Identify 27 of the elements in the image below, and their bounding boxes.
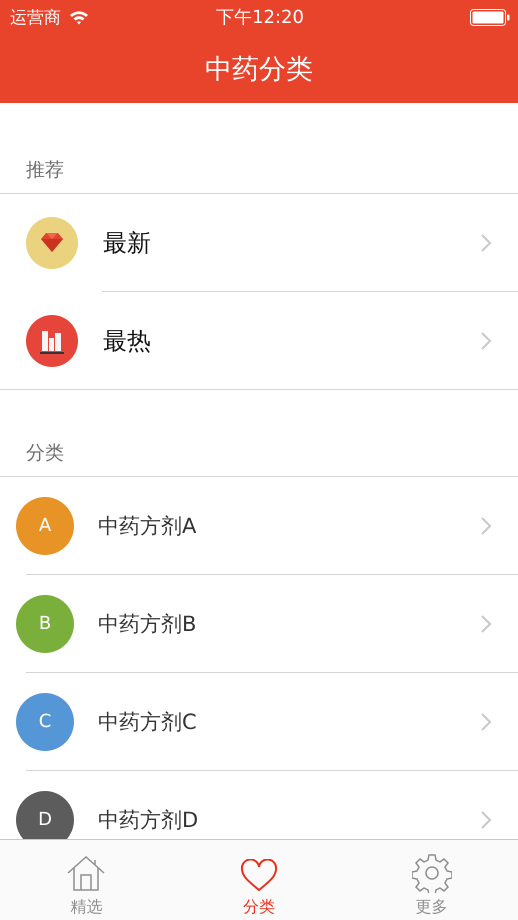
chevron-icon bbox=[480, 614, 492, 634]
home-icon bbox=[66, 853, 106, 893]
letter-avatar: C bbox=[16, 692, 74, 750]
page-title: 中药分类 bbox=[205, 52, 313, 86]
status-time: 下午12:20 bbox=[216, 6, 304, 29]
tab-item[interactable]: 分类 bbox=[172, 840, 346, 920]
letter-avatar: D bbox=[16, 790, 74, 839]
chevron-icon bbox=[480, 712, 492, 732]
section-header: 推荐 bbox=[0, 103, 518, 194]
bar-chart-icon bbox=[26, 314, 78, 366]
heart-icon bbox=[240, 859, 278, 893]
chevron-icon bbox=[480, 232, 492, 252]
section-header: 分类 bbox=[0, 390, 518, 477]
list-item[interactable]: 最热 bbox=[0, 292, 518, 389]
chevron-icon bbox=[480, 810, 492, 830]
list-item[interactable]: 最新 bbox=[0, 194, 518, 291]
list-item[interactable]: C 中药方剂C bbox=[0, 673, 518, 770]
letter-avatar: A bbox=[16, 496, 74, 554]
battery-icon bbox=[470, 8, 510, 26]
carrier-label: 运营商 bbox=[10, 6, 61, 28]
letter-avatar: B bbox=[16, 594, 74, 652]
chevron-icon bbox=[480, 516, 492, 536]
list-item[interactable]: A 中药方剂A bbox=[0, 477, 518, 574]
settings-icon bbox=[412, 853, 452, 893]
list-item[interactable]: B 中药方剂B bbox=[0, 575, 518, 672]
wifi-icon bbox=[69, 10, 89, 24]
chevron-icon bbox=[480, 330, 492, 350]
